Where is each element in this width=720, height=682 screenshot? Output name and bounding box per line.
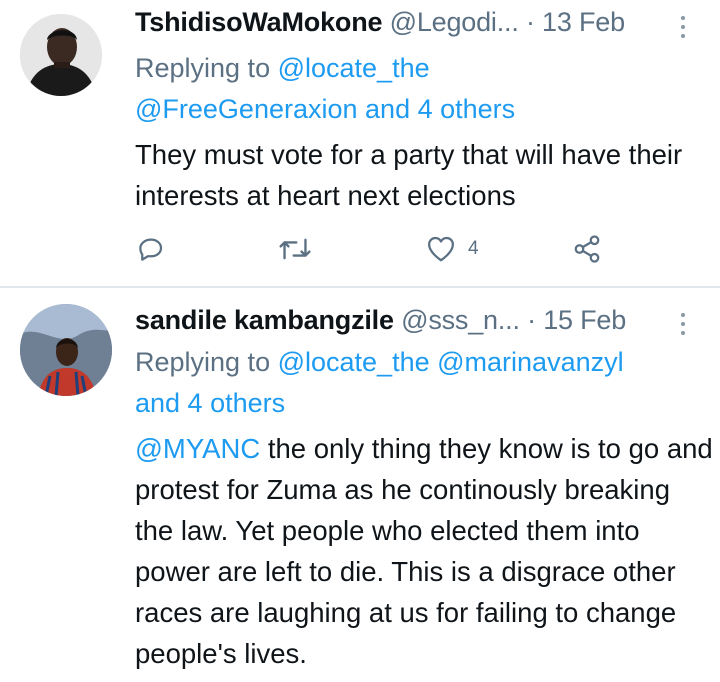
user-handle[interactable]: @sss_n... — [401, 305, 520, 335]
tweet-text-body: the only thing they know is to go and pr… — [135, 433, 713, 669]
display-name[interactable]: sandile kambangzile — [135, 305, 394, 335]
tweet-1[interactable]: TshidisoWaMokone @Legodi... · 13 Feb Rep… — [0, 0, 720, 288]
tweet-header: sandile kambangzile @sss_n... · 15 Feb — [135, 303, 626, 337]
heart-icon — [428, 236, 454, 262]
action-bar: 4 — [0, 228, 720, 270]
separator-dot: · — [525, 7, 535, 37]
avatar-photo — [20, 14, 102, 96]
replying-to: Replying to @locate_the @marinavanzyl an… — [135, 342, 705, 424]
separator-dot: · — [527, 305, 536, 335]
avatar-photo — [20, 304, 112, 396]
like-button[interactable]: 4 — [426, 228, 479, 270]
others-link[interactable]: and 4 others — [365, 94, 515, 124]
tweet-header: TshidisoWaMokone @Legodi... · 13 Feb — [135, 5, 625, 39]
replying-to-label: Replying to — [135, 347, 278, 377]
tweet-date[interactable]: 13 Feb — [542, 7, 625, 37]
tweet-2[interactable]: sandile kambangzile @sss_n... · 15 Feb R… — [0, 288, 720, 682]
share-button[interactable] — [572, 228, 602, 270]
retweet-icon — [279, 238, 311, 260]
tweet-date[interactable]: 15 Feb — [543, 305, 626, 335]
avatar[interactable] — [20, 14, 102, 96]
share-icon — [574, 235, 600, 263]
tweet-text: @MYANC the only thing they know is to go… — [135, 428, 715, 674]
others-link[interactable]: and 4 others — [135, 388, 285, 418]
reply-icon — [139, 238, 163, 261]
retweet-button[interactable] — [278, 228, 312, 270]
mention-link[interactable]: @locate_the — [278, 347, 430, 377]
mention-link[interactable]: @locate_the — [278, 53, 430, 83]
more-options-icon[interactable] — [680, 16, 686, 42]
mention-link[interactable]: @FreeGeneraxion — [135, 94, 358, 124]
reply-button[interactable] — [136, 228, 166, 270]
more-options-icon[interactable] — [680, 313, 686, 339]
display-name[interactable]: TshidisoWaMokone — [135, 7, 383, 37]
replying-to-label: Replying to — [135, 53, 278, 83]
mention-link[interactable]: @MYANC — [135, 433, 260, 464]
avatar[interactable] — [20, 304, 112, 396]
tweet-text: They must vote for a party that will hav… — [135, 139, 683, 211]
user-handle[interactable]: @Legodi... — [390, 7, 519, 37]
like-count: 4 — [468, 238, 479, 259]
mention-link[interactable]: @marinavanzyl — [437, 347, 623, 377]
replying-to: Replying to @locate_the @FreeGeneraxion … — [135, 48, 705, 130]
